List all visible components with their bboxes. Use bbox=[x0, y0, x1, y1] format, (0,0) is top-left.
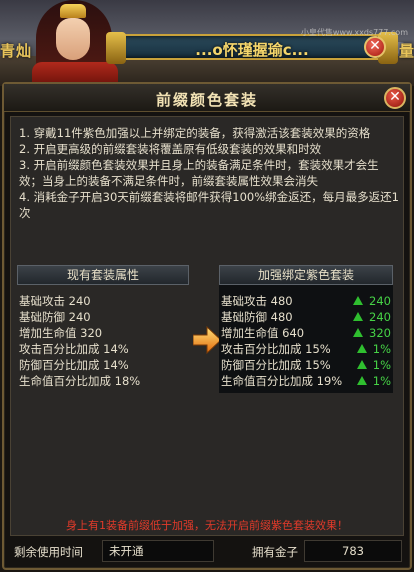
current-attr-row: 基础防御 240 bbox=[19, 310, 91, 324]
dialog-title: 前缀颜色套装 bbox=[155, 91, 258, 109]
upgraded-attr-row: 防御百分比加成 15% 1% bbox=[219, 357, 393, 373]
rule-2: 2. 开启更高级的前缀套装将覆盖原有低级套装的效果和时效 bbox=[19, 142, 322, 156]
current-attr-row: 增加生命值 320 bbox=[19, 326, 103, 340]
upgraded-attr-label: 基础防御 480 bbox=[221, 310, 293, 324]
up-arrow-icon bbox=[356, 360, 367, 369]
rule-3: 3. 开启前缀颜色套装效果并且身上的装备满足条件时，套装效果才会生效；当身上的装… bbox=[19, 158, 379, 188]
scene-right-text: 量 bbox=[398, 42, 414, 60]
status-bar: 剩余使用时间 未开通 拥有金子 783 bbox=[10, 540, 404, 564]
upgraded-attr-row: 生命值百分比加成 19% 1% bbox=[219, 373, 393, 389]
upgraded-attr-label: 基础攻击 480 bbox=[221, 294, 293, 308]
upgrade-arrow-icon bbox=[193, 325, 221, 355]
up-arrow-icon bbox=[353, 328, 364, 337]
crown-icon bbox=[60, 4, 86, 18]
player-name: ...o怀瑾握瑜c... bbox=[195, 41, 309, 59]
upgraded-attr-row: 基础攻击 480 240 bbox=[219, 293, 393, 309]
rules-text: 1. 穿戴11件紫色加强以上并绑定的装备，获得激活该套装效果的资格 2. 开启更… bbox=[19, 125, 399, 221]
upgraded-attr-row: 增加生命值 640 320 bbox=[219, 325, 393, 341]
upgraded-set-header: 加强绑定紫色套装 bbox=[219, 265, 393, 285]
up-arrow-icon bbox=[353, 312, 364, 321]
attr-bonus: 1% bbox=[372, 342, 391, 356]
current-attr-row: 攻击百分比加成 14% bbox=[19, 342, 129, 356]
attr-bonus: 240 bbox=[369, 294, 391, 308]
attr-bonus: 1% bbox=[372, 358, 391, 372]
up-arrow-icon bbox=[356, 376, 367, 385]
current-attr-row: 生命值百分比加成 18% bbox=[19, 374, 141, 388]
upgraded-attr-label: 攻击百分比加成 15% bbox=[221, 342, 331, 356]
remaining-time-value: 未开通 bbox=[102, 540, 214, 562]
attr-bonus: 240 bbox=[369, 310, 391, 324]
scene-close-button[interactable]: ✕ bbox=[364, 36, 386, 58]
upgraded-attr-label: 生命值百分比加成 19% bbox=[221, 374, 343, 388]
up-arrow-icon bbox=[353, 296, 364, 305]
current-attr-row: 防御百分比加成 14% bbox=[19, 358, 129, 372]
gold-label: 拥有金子 bbox=[252, 545, 298, 559]
current-set-header: 现有套装属性 bbox=[17, 265, 189, 285]
up-arrow-icon bbox=[356, 344, 367, 353]
warning-message: 身上有1装备前缀低于加强，无法开启前缀紫色套装效果！ bbox=[66, 519, 348, 532]
prefix-color-set-dialog: 前缀颜色套装 ✕ 1. 穿戴11件紫色加强以上并绑定的装备，获得激活该套装效果的… bbox=[2, 82, 412, 570]
remaining-time-label: 剩余使用时间 bbox=[14, 545, 83, 559]
game-scene-strip: 青灿 ...o怀瑾握瑜c... 小皇代售www.xxds777.com ✕ 量 bbox=[0, 0, 414, 86]
rule-4: 4. 消耗金子开启30天前缀套装将邮件获得100%绑金返还，每月最多返还1次 bbox=[19, 190, 399, 220]
upgraded-set-box: 加强绑定紫色套装 基础攻击 480 240 基础防御 480 240 增加生命值… bbox=[219, 265, 393, 393]
upgraded-attr-label: 增加生命值 640 bbox=[221, 326, 305, 340]
watermark: 小皇代售www.xxds777.com bbox=[300, 28, 408, 37]
attr-bonus: 320 bbox=[369, 326, 391, 340]
upgraded-attr-row: 攻击百分比加成 15% 1% bbox=[219, 341, 393, 357]
upgraded-attr-row: 基础防御 480 240 bbox=[219, 309, 393, 325]
dialog-content: 1. 穿戴11件紫色加强以上并绑定的装备，获得激活该套装效果的资格 2. 开启更… bbox=[10, 116, 404, 536]
current-attr-row: 基础攻击 240 bbox=[19, 294, 91, 308]
attr-bonus: 1% bbox=[372, 374, 391, 388]
current-set-box: 现有套装属性 基础攻击 240 基础防御 240 增加生命值 320 攻击百分比… bbox=[17, 265, 189, 393]
dialog-titlebar: 前缀颜色套装 ✕ bbox=[4, 84, 410, 112]
gold-value: 783 bbox=[304, 540, 402, 562]
rule-1: 1. 穿戴11件紫色加强以上并绑定的装备，获得激活该套装效果的资格 bbox=[19, 126, 371, 140]
close-button[interactable]: ✕ bbox=[384, 87, 406, 109]
upgraded-attr-label: 防御百分比加成 15% bbox=[221, 358, 331, 372]
